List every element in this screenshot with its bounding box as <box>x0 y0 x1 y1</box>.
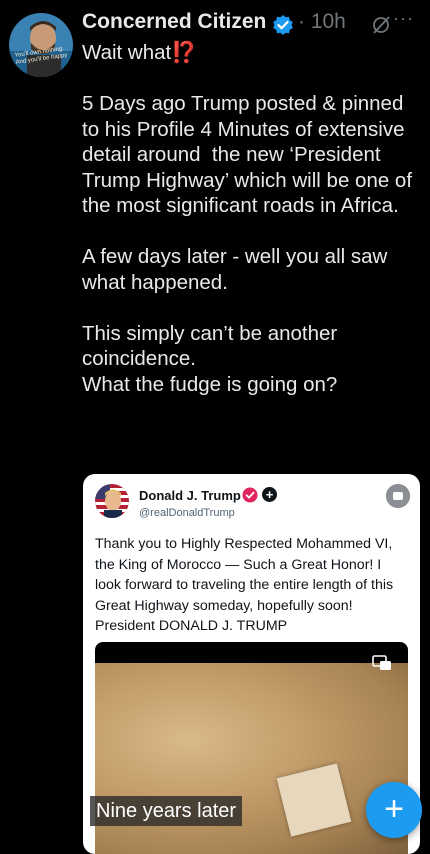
quoted-author-avatar[interactable] <box>95 484 129 518</box>
platform-logo-icon <box>386 484 410 508</box>
post-header: Concerned Citizen · 10h ··· <box>82 8 422 38</box>
post-time: · 10h <box>298 10 346 33</box>
verified-badge-icon <box>273 15 293 35</box>
more-icon[interactable]: ··· <box>393 8 414 29</box>
plus-icon: + <box>262 487 277 502</box>
quoted-avatar-image <box>95 484 129 518</box>
author-avatar[interactable]: You'll own nothing. And you'll be happy <box>9 13 73 77</box>
quoted-author-handle[interactable]: @realDonaldTrump <box>139 507 235 519</box>
compose-icon: + <box>384 790 404 828</box>
grok-icon[interactable] <box>370 14 392 36</box>
affiliate-badge-icon <box>242 487 258 503</box>
quoted-author-name[interactable]: Donald J. Trump <box>139 488 241 503</box>
compose-button[interactable]: + <box>366 782 422 838</box>
video-caption: Nine years later <box>90 796 243 826</box>
quoted-post-text: Thank you to Highly Respected Mohammed V… <box>95 536 394 634</box>
media-expand-icon[interactable] <box>372 655 392 671</box>
post-body: Wait what⁉️ 5 Days ago Trump posted & pi… <box>82 41 413 396</box>
author-name[interactable]: Concerned Citizen <box>82 10 266 34</box>
